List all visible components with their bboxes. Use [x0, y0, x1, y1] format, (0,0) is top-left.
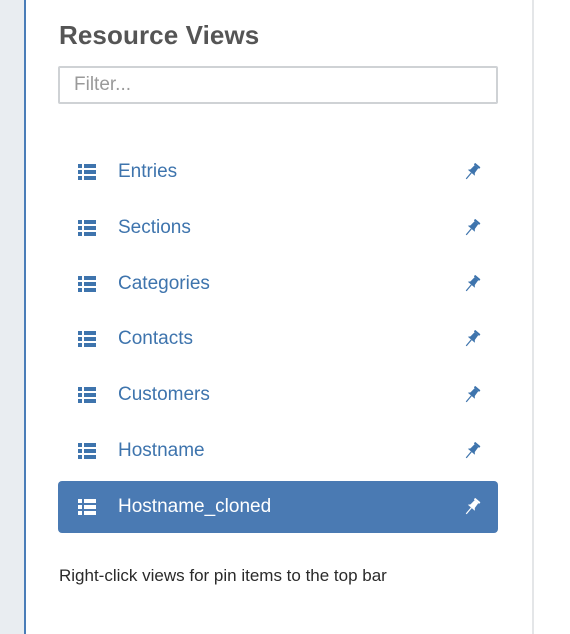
view-item-label: Hostname_cloned — [118, 495, 272, 517]
view-item-entries[interactable]: Entries — [58, 146, 498, 198]
view-item-label: Entries — [118, 161, 178, 182]
pin-icon[interactable] — [462, 385, 482, 405]
pin-icon[interactable] — [462, 497, 482, 517]
pin-icon[interactable] — [462, 441, 482, 461]
view-item-hostname-cloned[interactable]: Hostname_cloned — [58, 480, 498, 533]
view-item-label: Hostname — [118, 439, 205, 461]
list-icon — [78, 164, 96, 180]
pin-icon[interactable] — [462, 274, 482, 294]
list-icon — [78, 331, 96, 348]
pin-icon[interactable] — [462, 162, 482, 182]
view-item-label: Categories — [118, 272, 210, 294]
right-divider — [532, 0, 534, 634]
list-icon — [78, 498, 96, 515]
view-item-sections[interactable]: Sections — [58, 202, 498, 254]
view-item-hostname[interactable]: Hostname — [58, 425, 498, 477]
pin-icon[interactable] — [462, 218, 482, 238]
resource-views-panel: Resource Views Entries — [26, 0, 532, 634]
view-item-customers[interactable]: Customers — [58, 369, 498, 421]
list-icon — [78, 275, 96, 292]
pin-icon[interactable] — [462, 329, 482, 349]
views-list: Entries Sections Categories Contacts Cus… — [58, 146, 498, 537]
list-icon — [78, 442, 96, 459]
view-item-contacts[interactable]: Contacts — [58, 313, 498, 365]
view-item-label: Customers — [118, 384, 210, 406]
filter-input[interactable] — [58, 66, 498, 104]
view-item-label: Contacts — [118, 328, 193, 350]
list-icon — [78, 219, 96, 236]
view-item-categories[interactable]: Categories — [58, 258, 498, 310]
pin-hint-text: Right-click views for pin items to the t… — [59, 566, 387, 585]
panel-title: Resource Views — [59, 20, 260, 50]
list-icon — [78, 387, 96, 404]
left-gutter — [0, 0, 24, 634]
view-item-label: Sections — [118, 216, 191, 238]
